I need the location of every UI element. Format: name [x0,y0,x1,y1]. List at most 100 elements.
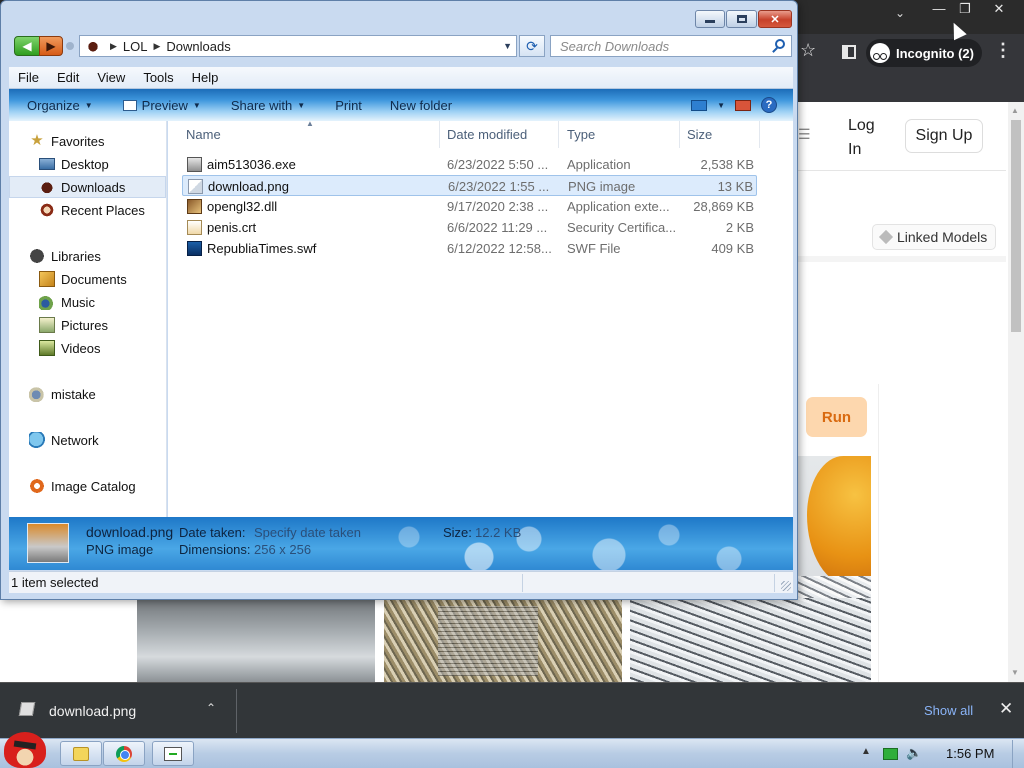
menu-file[interactable]: File [9,70,48,85]
bookmark-star-icon[interactable]: ☆ [800,40,816,61]
address-bar[interactable]: ▶ LOL ▶ Downloads ▼ [79,35,517,57]
nav-downloads[interactable]: Downloads [9,176,166,198]
page-scrollbar-thumb[interactable] [1011,120,1021,332]
menu-tools[interactable]: Tools [134,70,182,85]
file-name: opengl32.dll [207,199,278,214]
run-button[interactable]: Run [806,397,867,437]
nav-network[interactable]: Network [9,429,166,451]
breadcrumb-item[interactable]: Downloads [166,39,230,54]
linked-models-label: Linked Models [897,229,988,245]
signup-button[interactable]: Sign Up [905,119,983,153]
search-icon[interactable] [775,39,785,49]
show-all-link[interactable]: Show all [924,703,973,718]
back-button[interactable]: ◀ [14,36,40,56]
file-row[interactable]: penis.crt 6/6/2022 11:29 ... Security Ce… [182,217,757,238]
result-image-shredder[interactable] [137,598,375,682]
scroll-down-arrow-icon[interactable]: ▼ [1011,668,1019,677]
nav-image-catalog[interactable]: Image Catalog [9,475,166,497]
breadcrumb-arrow-icon[interactable]: ▶ [110,41,117,52]
nav-label: Recent Places [61,202,145,218]
organize-button[interactable]: Organize ▼ [9,98,93,113]
run-label: Run [821,408,852,426]
tab-search-chevron-icon[interactable]: ⌄ [895,6,905,20]
maximize-button[interactable] [726,10,757,28]
chevron-up-icon[interactable]: ⌃ [206,701,216,715]
column-header-date-modified[interactable]: Date modified [439,121,559,148]
new-folder-button[interactable]: New folder [362,98,452,113]
volume-icon[interactable]: 🔈 [906,745,922,761]
explorer-window: ✕ ◀ ▶ ▶ LOL ▶ Downloads ▼ ⟳ File Edit Vi… [0,0,798,600]
nav-recent-places[interactable]: Recent Places [9,199,166,221]
nav-music[interactable]: Music [9,291,166,313]
taskbar-app-button[interactable] [152,741,194,766]
dropdown-arrow-icon: ▼ [84,100,93,110]
taskbar-chrome-button[interactable] [103,741,145,766]
png-file-icon [188,179,203,194]
file-size: 13 KB [717,179,753,194]
address-dropdown-icon[interactable]: ▼ [503,41,512,51]
result-image-shredded-paper[interactable] [384,598,622,682]
nav-label: Desktop [61,156,109,172]
browser-close-button[interactable]: ✕ [982,0,1016,18]
nav-documents[interactable]: Documents [9,268,166,290]
change-view-icon[interactable] [691,99,708,111]
preview-pane-icon[interactable] [735,99,751,111]
column-header-name[interactable]: Name [178,121,440,148]
search-box[interactable] [550,35,792,57]
download-item-name[interactable]: download.png [49,703,136,719]
side-panel-icon[interactable] [842,45,856,59]
help-icon[interactable]: ? [761,97,777,113]
file-row[interactable]: opengl32.dll 9/17/2020 2:38 ... Applicat… [182,196,757,217]
recent-pages-dropdown[interactable] [66,42,74,50]
menu-help[interactable]: Help [183,70,228,85]
file-row-selected[interactable]: download.png 6/23/2022 1:55 ... PNG imag… [182,175,757,196]
taskbar-explorer-button[interactable] [60,741,102,766]
nav-videos[interactable]: Videos [9,337,166,359]
taskbar-clock[interactable]: 1:56 PM [946,746,994,761]
share-with-button[interactable]: Share with ▼ [201,98,305,113]
scroll-up-arrow-icon[interactable]: ▲ [1011,106,1019,115]
refresh-button[interactable]: ⟳ [519,35,545,57]
tray-expand-icon[interactable]: ▲ [861,746,871,757]
minimize-button[interactable] [695,10,725,28]
favorites-star-icon: ★ [30,132,44,149]
nav-favorites[interactable]: ★ Favorites [9,130,166,152]
resize-grip-icon[interactable] [781,581,791,591]
breadcrumb-arrow-icon[interactable]: ▶ [154,41,161,52]
result-image-paper-strips[interactable] [630,598,871,682]
date-taken-field[interactable]: Specify date taken [254,525,361,540]
nav-libraries[interactable]: Libraries [9,245,166,267]
show-desktop-button[interactable] [1012,740,1024,768]
dropdown-arrow-icon[interactable]: ▼ [717,101,725,110]
incognito-indicator[interactable]: Incognito (2) [866,39,982,67]
close-icon[interactable]: ✕ [999,699,1013,719]
start-button-bird-icon[interactable] [4,732,46,768]
file-row[interactable]: RepubliaTimes.swf 6/12/2022 12:58... SWF… [182,238,757,259]
login-link[interactable]: Log In [848,114,878,162]
nav-pictures[interactable]: Pictures [9,314,166,336]
search-input[interactable] [560,38,760,54]
nav-mistake[interactable]: mistake [9,383,166,405]
forward-button[interactable]: ▶ [39,36,63,56]
page-menu-icon[interactable]: ☰ [798,126,811,143]
details-file-type: PNG image [86,542,154,557]
browser-menu-icon[interactable]: ⋮ [994,41,1012,59]
file-thumbnail[interactable] [27,523,69,563]
file-row[interactable]: aim513036.exe 6/23/2022 5:50 ... Applica… [182,154,757,175]
exe-icon [187,157,202,172]
new-folder-label: New folder [389,97,453,113]
network-tray-icon[interactable] [883,748,898,760]
column-header-size[interactable]: Size [679,121,760,148]
menu-edit[interactable]: Edit [48,70,88,85]
close-icon: ✕ [770,13,780,26]
menu-view[interactable]: View [88,70,134,85]
close-button[interactable]: ✕ [758,10,792,28]
nav-desktop[interactable]: Desktop [9,153,166,175]
browser-restore-button[interactable]: ❐ [948,0,982,18]
print-button[interactable]: Print [305,98,362,113]
size-value: 12.2 KB [475,525,522,540]
preview-button[interactable]: Preview ▼ [93,98,201,113]
linked-models-button[interactable]: Linked Models [872,224,997,250]
column-header-type[interactable]: Type [559,121,680,148]
breadcrumb-item[interactable]: LOL [123,39,148,54]
